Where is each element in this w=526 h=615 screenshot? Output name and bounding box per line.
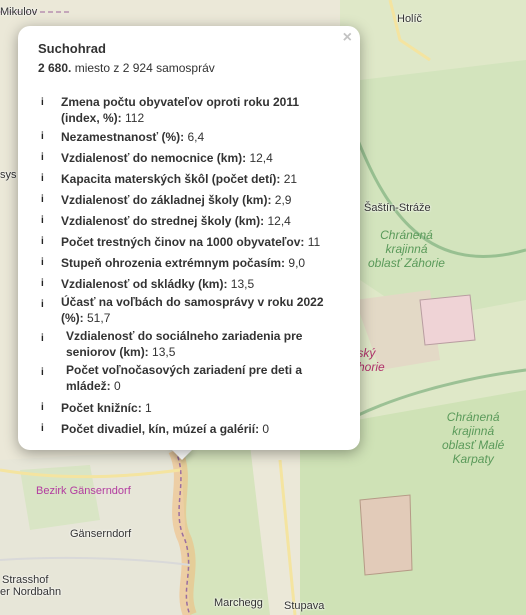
info-icon[interactable]: i — [41, 255, 44, 271]
info-icon[interactable]: i — [41, 213, 44, 229]
map-label-cho-zahorie: Chránená krajinná oblasť Záhorie — [368, 228, 445, 270]
info-icon[interactable]: i — [41, 400, 44, 416]
map-label-mikulov: Mikulov — [0, 6, 38, 18]
rank-number: 2 680. — [38, 61, 72, 75]
info-icon[interactable]: i — [41, 331, 44, 347]
popup-title: Suchohrad — [38, 41, 106, 56]
close-button[interactable]: × — [343, 30, 352, 46]
info-icon[interactable]: i — [41, 95, 44, 111]
info-icon[interactable]: i — [41, 171, 44, 187]
info-icon[interactable]: i — [41, 129, 44, 145]
map-label-cho-male-karpaty: Chránená krajinná oblasť Malé Karpaty — [442, 410, 505, 466]
info-icon[interactable]: i — [41, 192, 44, 208]
map-label-sastin: Šaštín-Stráže — [364, 202, 431, 214]
info-icon[interactable]: i — [41, 421, 44, 437]
info-icon[interactable]: i — [41, 234, 44, 250]
info-icon[interactable]: i — [41, 297, 44, 313]
map-label-nordbahn: er Nordbahn — [0, 586, 62, 598]
map-label-stupava: Stupava — [284, 600, 325, 612]
map-label-strasshof: Strasshof — [2, 574, 49, 586]
map-label-holic: Holíč — [397, 13, 423, 25]
map-label-ganserndorf: Gänserndorf — [70, 528, 132, 540]
map-label-marchegg: Marchegg — [214, 597, 263, 609]
map-label-sys: sys — [0, 169, 17, 181]
rank-text: miesto z 2 924 samospráv — [71, 61, 215, 75]
map-label-bezirk-ganserndorf: Bezirk Gänserndorf — [36, 485, 131, 497]
info-icon[interactable]: i — [41, 276, 44, 292]
info-icon[interactable]: i — [41, 150, 44, 166]
info-icon[interactable]: i — [41, 365, 44, 381]
municipality-popup: × Suchohrad 2 680. miesto z 2 924 samosp… — [18, 26, 360, 450]
popup-rank: 2 680. miesto z 2 924 samospráv — [38, 61, 215, 75]
